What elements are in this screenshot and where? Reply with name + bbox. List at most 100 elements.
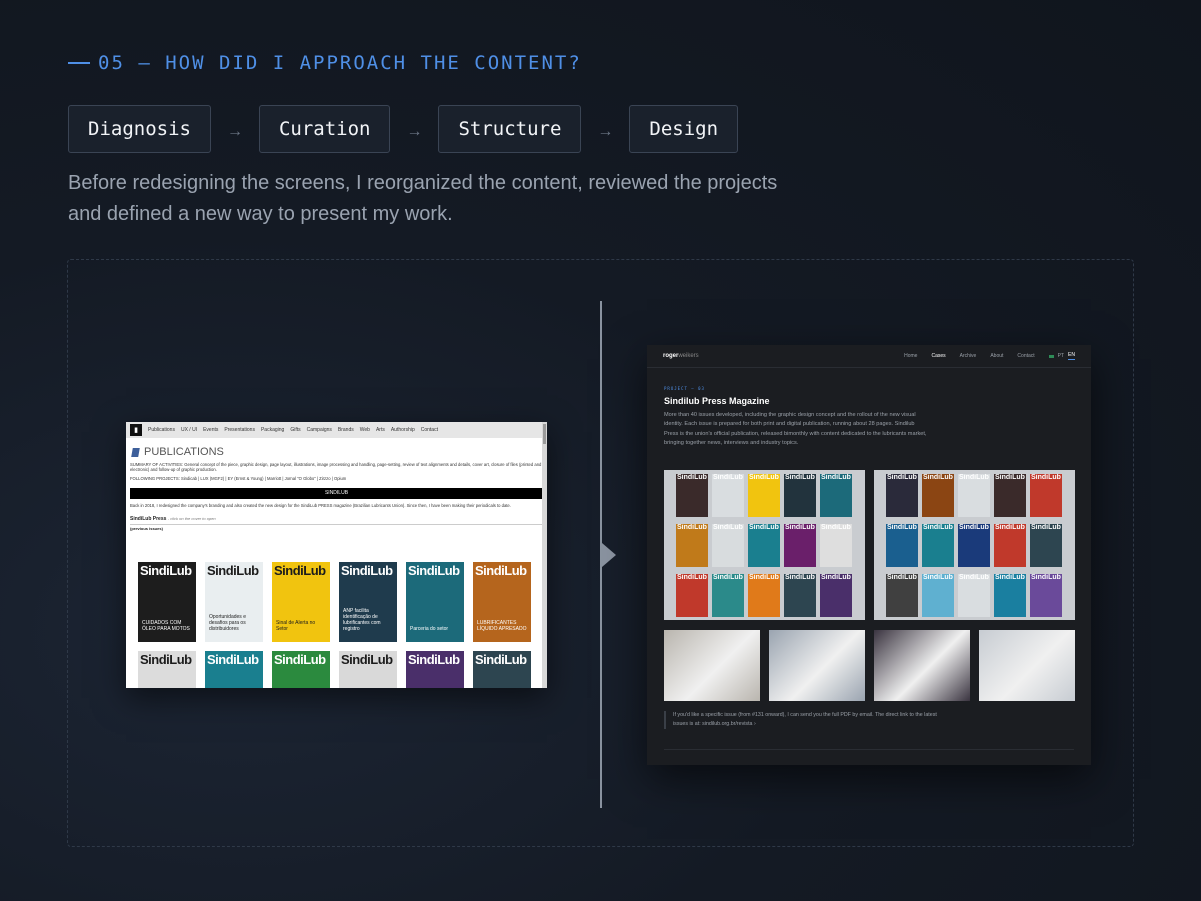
magazine-cover[interactable]: SindiLub Sinal de Alerta no Setor [272, 562, 330, 642]
cover-masthead: SindiLub [1031, 474, 1061, 481]
magazine-cover[interactable]: SindiLub Oportunidades e desafios para os… [205, 562, 263, 642]
magazine-cover-thumb[interactable]: SindiLub [886, 524, 918, 567]
cover-masthead: SindiLub [713, 574, 743, 581]
nav-about[interactable]: About [990, 353, 1003, 359]
lang-en[interactable]: EN [1068, 352, 1075, 360]
cover-masthead: SindiLub [207, 563, 259, 578]
magazine-cover[interactable]: SindiLub ANP facilita identificação de lu… [339, 562, 397, 642]
magazine-cover[interactable]: SindiLub [406, 651, 464, 688]
magazine-cover-thumb[interactable]: SindiLub [922, 474, 954, 517]
old-nav-item[interactable]: Arts [376, 427, 385, 433]
step-design: Design [629, 105, 739, 153]
new-nav-links: Home Cases Archive About Contact PT EN [904, 352, 1075, 360]
old-subheading-hint: - click on the cover to open [167, 515, 216, 521]
old-site-nav: ▮ Publications UX / UI Events Presentati… [126, 422, 547, 438]
old-nav-item[interactable]: Publications [148, 427, 175, 433]
magazine-cover[interactable]: SindiLub [272, 651, 330, 688]
magazine-cover-thumb[interactable]: SindiLub [994, 574, 1026, 617]
magazine-spread-photo[interactable] [769, 630, 865, 701]
step-curation: Curation [258, 105, 391, 153]
magazine-cover-thumb[interactable]: SindiLub [958, 524, 990, 567]
cover-masthead: SindiLub [1031, 524, 1061, 531]
magazine-cover-thumb[interactable]: SindiLub [958, 574, 990, 617]
nav-contact[interactable]: Contact [1017, 353, 1034, 359]
magazine-cover-thumb[interactable]: SindiLub [748, 524, 780, 567]
magazine-cover[interactable]: SindiLub CUIDADOS COM ÓLEO PARA MOTOS [138, 562, 196, 642]
magazine-cover-thumb[interactable]: SindiLub [784, 524, 816, 567]
old-site-logo: ▮ [130, 424, 142, 436]
magazine-cover-thumb[interactable]: SindiLub [922, 574, 954, 617]
magazine-cover-thumb[interactable]: SindiLub [712, 524, 744, 567]
magazine-cover-thumb[interactable]: SindiLub [820, 524, 852, 567]
magazine-cover-thumb[interactable]: SindiLub [994, 524, 1026, 567]
cover-masthead: SindiLub [749, 524, 779, 531]
cover-masthead: SindiLub [140, 563, 192, 578]
nav-cases[interactable]: Cases [931, 353, 945, 359]
new-site-logo[interactable]: rogerweikers [663, 353, 699, 359]
old-nav-item[interactable]: Campaigns [307, 427, 332, 433]
magazine-cover-thumb[interactable]: SindiLub [712, 574, 744, 617]
magazine-spread-photo[interactable] [979, 630, 1075, 701]
old-nav-item[interactable]: Gifts [290, 427, 300, 433]
cover-masthead: SindiLub [341, 652, 393, 667]
step-structure: Structure [438, 105, 582, 153]
magazine-cover-thumb[interactable]: SindiLub [958, 474, 990, 517]
divider [664, 749, 1074, 750]
magazine-cover-thumb[interactable]: SindiLub [676, 474, 708, 517]
old-previous-label: (previous issues) [130, 525, 163, 531]
old-nav-item[interactable]: Presentations [224, 427, 255, 433]
magazine-cover-thumb[interactable]: SindiLub [784, 574, 816, 617]
magazine-cover-thumb[interactable]: SindiLub [712, 474, 744, 517]
magazine-cover-thumb[interactable]: SindiLub [676, 574, 708, 617]
magazine-photos [664, 630, 1075, 701]
old-nav-item[interactable]: Packaging [261, 427, 284, 433]
magazine-cover-thumb[interactable]: SindiLub [820, 574, 852, 617]
project-description: More than 40 issues developed, including… [664, 412, 927, 447]
old-nav-item[interactable]: Events [203, 427, 218, 433]
magazine-cover-thumb[interactable]: SindiLub [1030, 474, 1062, 517]
cover-masthead: SindiLub [677, 574, 707, 581]
old-nav-item[interactable]: Brands [338, 427, 354, 433]
magazine-cover-thumb[interactable]: SindiLub [922, 524, 954, 567]
language-switch[interactable]: PT EN [1048, 352, 1075, 360]
cover-masthead: SindiLub [785, 474, 815, 481]
arrow-icon: → [226, 123, 243, 140]
old-subheading-title: SindiLub Press [130, 515, 167, 522]
magazine-cover-thumb[interactable]: SindiLub [748, 574, 780, 617]
intro-text: Before redesigning the screens, I reorga… [68, 172, 778, 225]
magazine-cover[interactable]: SindiLubLIVRE MERCADO [339, 651, 397, 688]
magazine-spread-photo[interactable] [874, 630, 970, 701]
magazine-cover-thumb[interactable]: SindiLub [748, 474, 780, 517]
project-note: If you'd like a specific issue (from #13… [664, 711, 944, 729]
old-nav-item[interactable]: UX / UI [181, 427, 197, 433]
magazine-cover-thumb[interactable]: SindiLub [1030, 524, 1062, 567]
old-summary: SUMMARY OF ACTIVITIES: General concept o… [130, 462, 542, 473]
old-nav-item[interactable]: Contact [421, 427, 438, 433]
old-subheading: SindiLub Press - click on the cover to o… [130, 516, 543, 525]
magazine-cover-thumb[interactable]: SindiLub [820, 474, 852, 517]
nav-archive[interactable]: Archive [960, 353, 977, 359]
magazine-cover[interactable]: SindiLubMatinal Sindilub um espaço de [138, 651, 196, 688]
magazine-cover[interactable]: SindiLub Parceria do setor [406, 562, 464, 642]
section-heading: 05 — HOW DID I APPROACH THE CONTENT? [68, 52, 582, 74]
cover-masthead: SindiLub [923, 524, 953, 531]
cover-masthead: SindiLub [785, 574, 815, 581]
cover-panel-right: SindiLub SindiLub SindiLub SindiLub SindiLub… [874, 470, 1075, 620]
magazine-cover-thumb[interactable]: SindiLub [1030, 574, 1062, 617]
cover-headline: Parceria do setor [410, 626, 449, 632]
magazine-cover[interactable]: SindiLub [205, 651, 263, 688]
magazine-cover-thumb[interactable]: SindiLub [886, 474, 918, 517]
magazine-cover[interactable]: SindiLub [473, 651, 531, 688]
magazine-cover-thumb[interactable]: SindiLub [994, 474, 1026, 517]
magazine-cover-thumb[interactable]: SindiLub [784, 474, 816, 517]
magazine-cover-thumb[interactable]: SindiLub [886, 574, 918, 617]
cover-masthead: SindiLub [821, 474, 851, 481]
old-nav-item[interactable]: Web [360, 427, 370, 433]
old-nav-item[interactable]: Authorship [391, 427, 415, 433]
lang-pt[interactable]: PT [1058, 353, 1064, 359]
old-scrollbar[interactable] [542, 422, 547, 688]
magazine-cover-thumb[interactable]: SindiLub [676, 524, 708, 567]
nav-home[interactable]: Home [904, 353, 917, 359]
magazine-spread-photo[interactable] [664, 630, 760, 701]
magazine-cover[interactable]: SindiLub LUBRIFICANTES LÍQUIDO APRESADO [473, 562, 531, 642]
